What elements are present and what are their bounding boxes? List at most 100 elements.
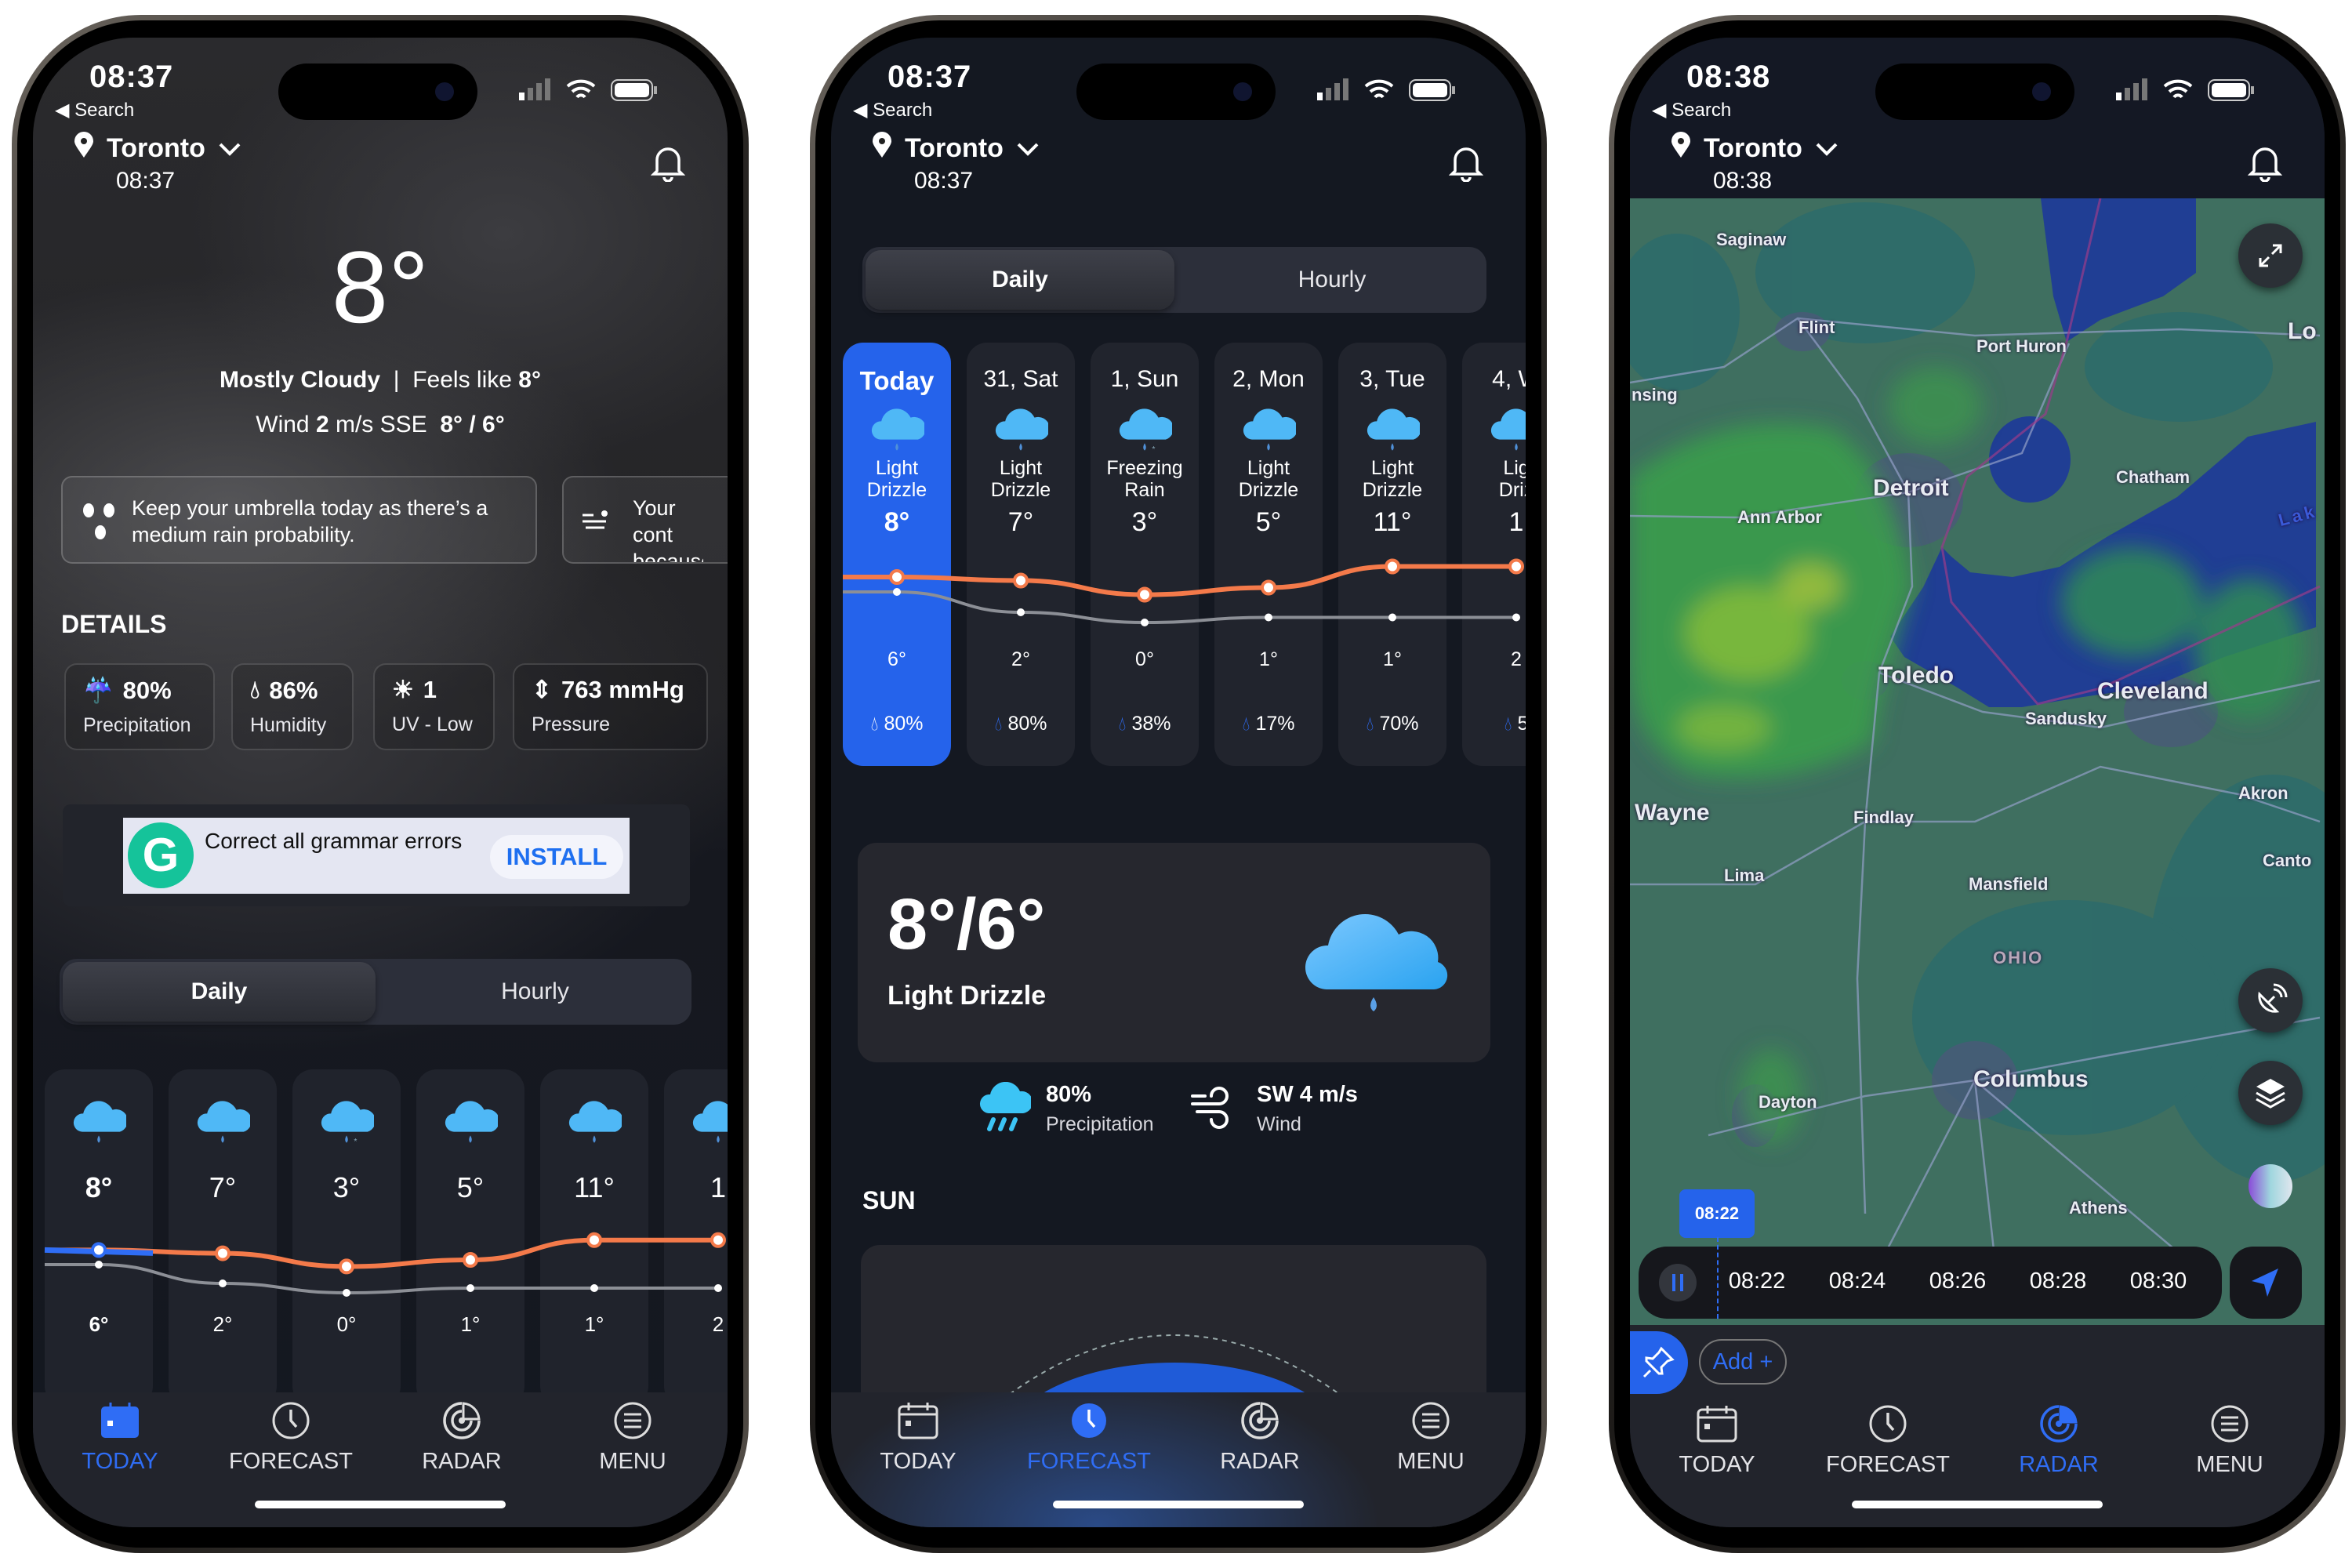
- my-location-button[interactable]: [2230, 1247, 2302, 1319]
- tab-today[interactable]: TODAY: [1639, 1403, 1795, 1490]
- phone-radar: Saginaw Flint Port Huron Lo nsing Detroit Chat…: [1609, 15, 2346, 1553]
- timeline-time[interactable]: 08:26: [1911, 1269, 2005, 1294]
- screen-today: 08:37 ◀ Search Toronto 08:37 8° Mostly C…: [33, 38, 728, 1527]
- wind-label: Wind: [1257, 1113, 1301, 1135]
- expand-icon: [2259, 244, 2282, 267]
- map-label-sandusky: Sandusky: [2025, 709, 2107, 728]
- local-time: 08:38: [1713, 168, 1773, 194]
- location-selector[interactable]: Toronto: [1671, 129, 1838, 168]
- tab-label: TODAY: [1679, 1452, 1755, 1477]
- map-label-lima: Lima: [1724, 866, 1765, 885]
- map-label-saginaw: Saginaw: [1716, 230, 1787, 249]
- tab-forecast[interactable]: FORECAST: [1809, 1403, 1966, 1490]
- back-to-search-link[interactable]: ◀ Search: [1652, 99, 1731, 122]
- timeline-time[interactable]: 08:22: [1710, 1269, 1804, 1294]
- add-location-button[interactable]: Add +: [1699, 1339, 1787, 1385]
- tab-radar[interactable]: RADAR: [1980, 1403, 2137, 1490]
- low-temp-point: [1141, 619, 1149, 626]
- map-label-findlay: Findlay: [1853, 808, 1915, 827]
- temperature-curve: [843, 558, 1524, 626]
- satellite-dish-icon: [2258, 983, 2288, 1013]
- screen-radar: Saginaw Flint Port Huron Lo nsing Detroit Chat…: [1630, 38, 2325, 1527]
- phone-today: 08:37 ◀ Search Toronto 08:37 8° Mostly C…: [12, 15, 749, 1553]
- timeline-time[interactable]: 08:24: [1810, 1269, 1904, 1294]
- bell-icon[interactable]: [2247, 143, 2283, 186]
- tab-label: FORECAST: [1826, 1452, 1950, 1477]
- tab-label: MENU: [599, 1449, 666, 1474]
- map-label-athens: Athens: [2069, 1198, 2128, 1218]
- tab-label: MENU: [1397, 1449, 1465, 1474]
- tab-label: TODAY: [82, 1449, 158, 1474]
- low-temp-point: [1512, 613, 1520, 622]
- menu-icon: [554, 1400, 711, 1441]
- screen-forecast: 08:37 ◀ Search Toronto 08:37 Daily Hourl…: [831, 38, 1526, 1527]
- location-pin-icon: [1671, 131, 1691, 165]
- tab-label: RADAR: [1220, 1449, 1300, 1474]
- phone-forecast: 08:37 ◀ Search Toronto 08:37 Daily Hourl…: [810, 15, 1547, 1553]
- status-time: 08:38: [1686, 60, 1771, 94]
- low-temp-point: [219, 1279, 227, 1287]
- map-label-ohio: OHIO: [1993, 948, 2044, 967]
- timeline-time[interactable]: 08:30: [2111, 1269, 2205, 1294]
- home-indicator: [1852, 1501, 2103, 1508]
- tab-forecast[interactable]: FORECAST: [1011, 1400, 1167, 1486]
- temperature-curve: [44, 1232, 726, 1297]
- radar-timeline[interactable]: 08:22 08:24 08:26 08:28 08:30: [1639, 1237, 2222, 1319]
- low-temp-point: [1017, 608, 1025, 616]
- day-summary-card: 8°/6° Light Drizzle: [858, 843, 1490, 1062]
- wind-icon: [1191, 1087, 1229, 1129]
- tab-today[interactable]: TODAY: [42, 1400, 198, 1486]
- high-temp-line: [843, 564, 1516, 597]
- tab-menu[interactable]: MENU: [2151, 1403, 2308, 1490]
- pin-button[interactable]: [1630, 1331, 1688, 1394]
- home-indicator: [255, 1501, 506, 1508]
- high-temp-point: [1137, 586, 1152, 603]
- home-indicator: [1053, 1501, 1304, 1508]
- high-temp-point: [586, 1232, 602, 1248]
- precipitation-icon: [980, 1082, 1031, 1131]
- low-temp-point: [95, 1261, 103, 1269]
- calendar-icon: [1639, 1403, 1795, 1444]
- high-temp-point: [463, 1252, 478, 1268]
- tab-label: RADAR: [422, 1449, 502, 1474]
- layers-button[interactable]: [2238, 1061, 2303, 1125]
- map-label-canton: Canto: [2263, 851, 2312, 870]
- tab-radar[interactable]: RADAR: [383, 1400, 540, 1486]
- precipitation-value: 80%: [1046, 1082, 1092, 1107]
- tab-radar[interactable]: RADAR: [1181, 1400, 1338, 1486]
- tab-menu[interactable]: MENU: [1352, 1400, 1509, 1486]
- high-temp-point: [1508, 558, 1524, 575]
- high-temp-point: [1013, 572, 1029, 589]
- map-label-columbus: Columbus: [1973, 1066, 2089, 1092]
- map-layer: [1630, 198, 2325, 1293]
- low-temp-point: [893, 588, 901, 596]
- high-temp-point: [215, 1245, 230, 1261]
- summary-condition: Light Drizzle: [887, 981, 1047, 1011]
- map-label-dayton: Dayton: [1759, 1092, 1817, 1112]
- low-temp-point: [343, 1289, 350, 1297]
- precipitation-label: Precipitation: [1046, 1113, 1154, 1135]
- radar-icon: [383, 1400, 540, 1441]
- clock-icon: [212, 1400, 369, 1441]
- map-label-mansfield: Mansfield: [1969, 874, 2049, 894]
- low-temp-line: [843, 590, 1516, 625]
- high-temp-point: [1261, 579, 1276, 596]
- map-label-wayne: Wayne: [1635, 800, 1710, 826]
- radar-icon: [1181, 1400, 1338, 1441]
- chevron-down-icon: [1815, 133, 1838, 164]
- low-temp-point: [590, 1284, 598, 1292]
- low-temp-line: [45, 1263, 718, 1295]
- color-legend-orb[interactable]: [2249, 1164, 2292, 1208]
- tab-label: FORECAST: [1027, 1449, 1151, 1474]
- satellite-button[interactable]: [2238, 968, 2303, 1033]
- tab-menu[interactable]: MENU: [554, 1400, 711, 1486]
- wifi-icon: [2163, 79, 2193, 99]
- summary-temps: 8°/6°: [887, 884, 1046, 964]
- timeline-time[interactable]: 08:28: [2011, 1269, 2105, 1294]
- radar-map[interactable]: Saginaw Flint Port Huron Lo nsing Detroit Chat…: [1630, 198, 2325, 1327]
- tab-today[interactable]: TODAY: [840, 1400, 996, 1486]
- clock-icon: [1809, 1403, 1966, 1444]
- fullscreen-button[interactable]: [2238, 223, 2303, 288]
- tab-forecast[interactable]: FORECAST: [212, 1400, 369, 1486]
- map-label-toledo: Toledo: [1878, 662, 1955, 688]
